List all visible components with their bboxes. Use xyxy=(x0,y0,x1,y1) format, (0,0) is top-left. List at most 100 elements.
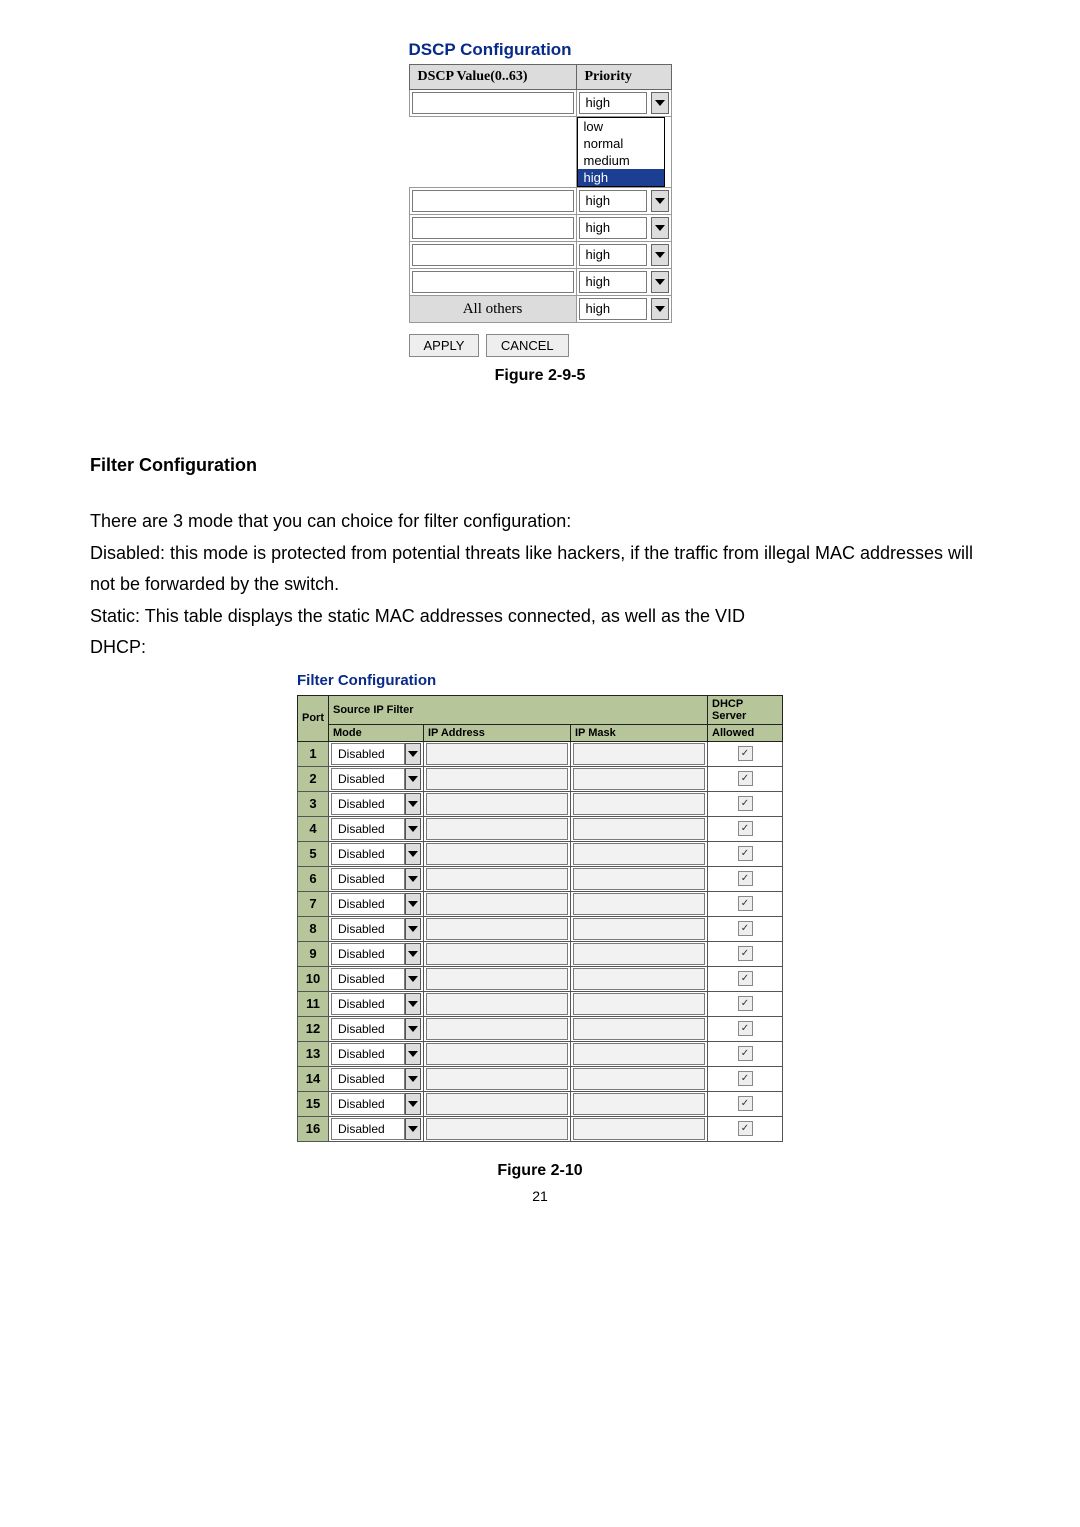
mode-select-value[interactable]: Disabled xyxy=(331,768,405,790)
ip-address-input[interactable] xyxy=(426,1043,568,1065)
dhcp-allowed-checkbox[interactable]: ✓ xyxy=(738,1021,753,1036)
ip-address-input[interactable] xyxy=(426,893,568,915)
dhcp-allowed-checkbox[interactable]: ✓ xyxy=(738,746,753,761)
mode-select-button[interactable] xyxy=(405,1118,421,1140)
ip-mask-input[interactable] xyxy=(573,1018,705,1040)
ip-mask-input[interactable] xyxy=(573,968,705,990)
mode-select-button[interactable] xyxy=(405,893,421,915)
ip-address-input[interactable] xyxy=(426,793,568,815)
mode-select-button[interactable] xyxy=(405,868,421,890)
priority-select-3-button[interactable] xyxy=(651,217,669,239)
mode-select-button[interactable] xyxy=(405,1018,421,1040)
dhcp-allowed-checkbox[interactable]: ✓ xyxy=(738,996,753,1011)
ip-address-input[interactable] xyxy=(426,1118,568,1140)
ip-mask-input[interactable] xyxy=(573,818,705,840)
mode-select-value[interactable]: Disabled xyxy=(331,793,405,815)
mode-select-value[interactable]: Disabled xyxy=(331,893,405,915)
mode-select-value[interactable]: Disabled xyxy=(331,843,405,865)
dhcp-allowed-checkbox[interactable]: ✓ xyxy=(738,771,753,786)
apply-button[interactable]: APPLY xyxy=(409,334,480,357)
mode-select-button[interactable] xyxy=(405,818,421,840)
mode-select-value[interactable]: Disabled xyxy=(331,943,405,965)
ip-mask-input[interactable] xyxy=(573,768,705,790)
mode-select-value[interactable]: Disabled xyxy=(331,968,405,990)
ip-mask-input[interactable] xyxy=(573,893,705,915)
mode-select-button[interactable] xyxy=(405,743,421,765)
mode-select-value[interactable]: Disabled xyxy=(331,1018,405,1040)
ip-mask-input[interactable] xyxy=(573,918,705,940)
ip-mask-input[interactable] xyxy=(573,993,705,1015)
cancel-button[interactable]: CANCEL xyxy=(486,334,569,357)
mode-select-value[interactable]: Disabled xyxy=(331,868,405,890)
mode-select-value[interactable]: Disabled xyxy=(331,1068,405,1090)
ip-address-input[interactable] xyxy=(426,943,568,965)
dhcp-allowed-checkbox[interactable]: ✓ xyxy=(738,896,753,911)
ip-mask-input[interactable] xyxy=(573,793,705,815)
dscp-value-input-5[interactable] xyxy=(412,271,574,293)
priority-select-1-value[interactable]: high xyxy=(579,92,647,114)
ip-address-input[interactable] xyxy=(426,1018,568,1040)
ip-address-input[interactable] xyxy=(426,768,568,790)
mode-select-value[interactable]: Disabled xyxy=(331,743,405,765)
ip-address-input[interactable] xyxy=(426,1068,568,1090)
priority-select-5-button[interactable] xyxy=(651,271,669,293)
mode-select-button[interactable] xyxy=(405,768,421,790)
mode-select-value[interactable]: Disabled xyxy=(331,1043,405,1065)
dhcp-allowed-checkbox[interactable]: ✓ xyxy=(738,846,753,861)
ip-address-input[interactable] xyxy=(426,968,568,990)
mode-select-value[interactable]: Disabled xyxy=(331,1093,405,1115)
ip-address-input[interactable] xyxy=(426,918,568,940)
dscp-value-input-1[interactable] xyxy=(412,92,574,114)
ip-mask-input[interactable] xyxy=(573,1118,705,1140)
ip-mask-input[interactable] xyxy=(573,1043,705,1065)
priority-option-medium[interactable]: medium xyxy=(578,152,664,169)
ip-address-input[interactable] xyxy=(426,743,568,765)
ip-mask-input[interactable] xyxy=(573,868,705,890)
mode-select-value[interactable]: Disabled xyxy=(331,818,405,840)
ip-address-input[interactable] xyxy=(426,1093,568,1115)
mode-select-button[interactable] xyxy=(405,968,421,990)
ip-mask-input[interactable] xyxy=(573,1093,705,1115)
priority-option-normal[interactable]: normal xyxy=(578,135,664,152)
dhcp-allowed-checkbox[interactable]: ✓ xyxy=(738,1046,753,1061)
priority-select-all-value[interactable]: high xyxy=(579,298,647,320)
ip-mask-input[interactable] xyxy=(573,1068,705,1090)
mode-select-value[interactable]: Disabled xyxy=(331,918,405,940)
priority-dropdown-open[interactable]: low normal medium high xyxy=(577,117,665,187)
ip-address-input[interactable] xyxy=(426,868,568,890)
dhcp-allowed-checkbox[interactable]: ✓ xyxy=(738,971,753,986)
mode-select-button[interactable] xyxy=(405,1068,421,1090)
priority-select-5-value[interactable]: high xyxy=(579,271,647,293)
mode-select-button[interactable] xyxy=(405,843,421,865)
priority-select-2-button[interactable] xyxy=(651,190,669,212)
ip-address-input[interactable] xyxy=(426,993,568,1015)
priority-select-all-button[interactable] xyxy=(651,298,669,320)
ip-address-input[interactable] xyxy=(426,818,568,840)
ip-mask-input[interactable] xyxy=(573,843,705,865)
dscp-value-input-3[interactable] xyxy=(412,217,574,239)
priority-select-1-button[interactable] xyxy=(651,92,669,114)
mode-select-button[interactable] xyxy=(405,943,421,965)
dscp-value-input-4[interactable] xyxy=(412,244,574,266)
mode-select-button[interactable] xyxy=(405,918,421,940)
mode-select-button[interactable] xyxy=(405,1093,421,1115)
ip-mask-input[interactable] xyxy=(573,743,705,765)
priority-select-4-value[interactable]: high xyxy=(579,244,647,266)
priority-select-2-value[interactable]: high xyxy=(579,190,647,212)
mode-select-value[interactable]: Disabled xyxy=(331,993,405,1015)
ip-mask-input[interactable] xyxy=(573,943,705,965)
mode-select-button[interactable] xyxy=(405,993,421,1015)
dhcp-allowed-checkbox[interactable]: ✓ xyxy=(738,1096,753,1111)
priority-select-3-value[interactable]: high xyxy=(579,217,647,239)
dhcp-allowed-checkbox[interactable]: ✓ xyxy=(738,921,753,936)
mode-select-value[interactable]: Disabled xyxy=(331,1118,405,1140)
dhcp-allowed-checkbox[interactable]: ✓ xyxy=(738,821,753,836)
dscp-value-input-2[interactable] xyxy=(412,190,574,212)
mode-select-button[interactable] xyxy=(405,1043,421,1065)
priority-option-high[interactable]: high xyxy=(578,169,664,186)
dhcp-allowed-checkbox[interactable]: ✓ xyxy=(738,1071,753,1086)
dhcp-allowed-checkbox[interactable]: ✓ xyxy=(738,796,753,811)
dhcp-allowed-checkbox[interactable]: ✓ xyxy=(738,1121,753,1136)
priority-select-4-button[interactable] xyxy=(651,244,669,266)
ip-address-input[interactable] xyxy=(426,843,568,865)
